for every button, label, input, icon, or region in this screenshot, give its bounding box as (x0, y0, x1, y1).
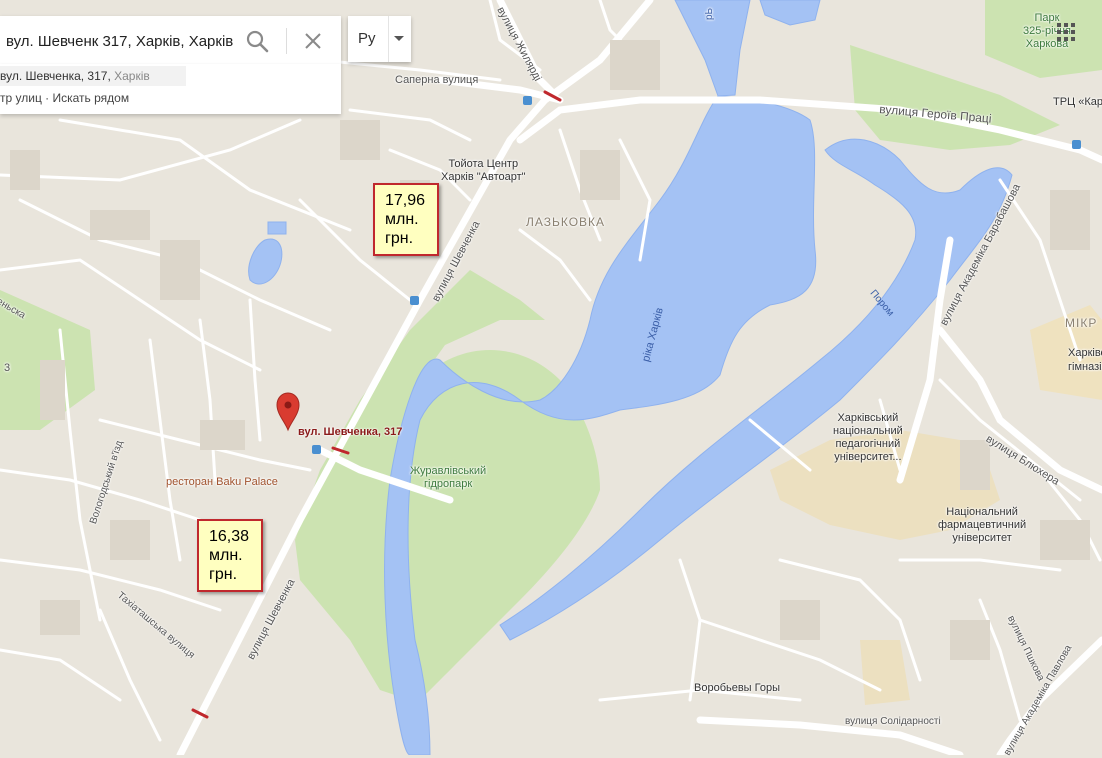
pharm-univ-line1: Національний (946, 506, 1018, 518)
price-box-bottom: 16,38 млн. грн. (197, 519, 264, 592)
search-box (0, 16, 341, 66)
close-icon[interactable] (300, 28, 326, 54)
search-input[interactable] (0, 16, 244, 66)
label-restaurant: ресторан Baku Palace (166, 476, 278, 488)
price-top-unit: млн. (385, 211, 419, 228)
zhuravlivsky-line2: гідропарк (424, 478, 473, 490)
ped-univ-line4: університет... (834, 451, 902, 463)
suggestion-item[interactable]: вул. Шевченка, 317, Харків (0, 66, 186, 86)
label-street-solidarnosti: вулиця Солідарності (845, 716, 941, 727)
language-separator (388, 16, 389, 62)
zhuravlivsky-line1: Журавлівський (410, 465, 487, 477)
label-vorobiovy-gory: Воробьевы Горы (694, 682, 781, 694)
toyota-line2: Харків "Автоарт" (441, 171, 526, 183)
ped-univ-line1: Харківський (837, 412, 899, 424)
label-street-saperna: Саперна вулиця (395, 74, 479, 86)
gymnasium-line1: Харківська (1068, 347, 1102, 359)
price-box-top: 17,96 млн. грн. (373, 183, 440, 256)
label-ped-univ: Харківський національний педагогічний ун… (833, 412, 903, 464)
gymnasium-line2: гімназія № 5 (1068, 361, 1102, 373)
apps-grid-icon[interactable] (1056, 22, 1076, 42)
language-label: Ру (358, 30, 376, 47)
ped-univ-line3: педагогічний (835, 438, 901, 450)
price-bottom-value: 16,38 (209, 528, 250, 545)
label-district-laskovka: ЛАЗЬКОВКА (526, 215, 606, 229)
suggestion-panel: вул. Шевченка, 317, Харків тр улиц · Иск… (0, 64, 341, 114)
price-top-currency: грн. (385, 230, 414, 247)
pharm-univ-line2: фармацевтичний (938, 519, 1027, 531)
label-gymnasium: Харківська гімназія № 5 (1068, 346, 1102, 374)
label-left-edge-num: 3 (4, 362, 11, 374)
ped-univ-line2: національний (833, 425, 903, 437)
chevron-down-icon[interactable] (394, 36, 404, 41)
search-icon[interactable] (244, 28, 270, 54)
suggestion-actions[interactable]: тр улиц · Искать рядом (0, 90, 129, 106)
label-trts: ТРЦ «Кар (1053, 96, 1102, 108)
label-toyota: Тойота Центр Харків "Автоарт" (441, 158, 526, 184)
pharm-univ-line3: університет (952, 532, 1012, 544)
label-brand-top: рЬ (704, 7, 715, 20)
label-mikr: МІКР (1065, 316, 1098, 330)
suggestion-city: Харків (114, 69, 150, 83)
language-selector[interactable]: Ру (348, 16, 411, 62)
marker-label[interactable]: вул. Шевченка, 317 (298, 426, 402, 438)
label-zhuravlivsky: Журавлівський гідропарк (410, 465, 486, 491)
price-bottom-unit: млн. (209, 547, 243, 564)
price-bottom-currency: грн. (209, 566, 238, 583)
price-top-value: 17,96 (385, 192, 426, 209)
search-divider (286, 28, 287, 54)
label-pharm-univ: Національний фармацевтичний університет (938, 506, 1026, 545)
suggestion-street: вул. Шевченка, 317, (0, 69, 115, 83)
toyota-line1: Тойота Центр (448, 158, 519, 170)
